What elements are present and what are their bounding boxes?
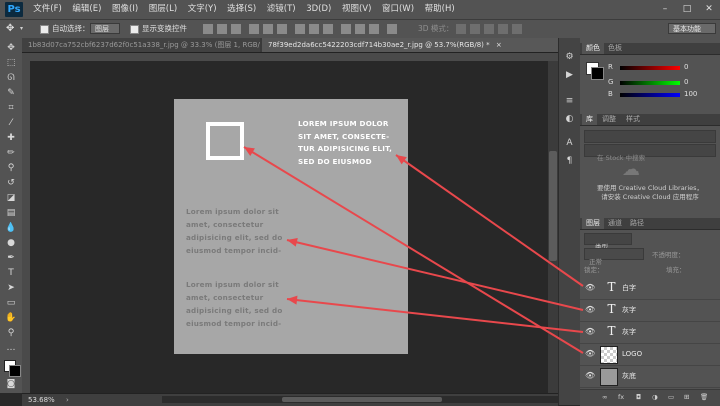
arrow-white-text-to-heading [395, 154, 584, 287]
arrow-white-text-to-heading-head [396, 155, 407, 165]
arrow-grey-text-to-paragraph-1-head [287, 237, 298, 247]
arrow-grey-text-to-paragraph-1 [286, 239, 584, 311]
annotation-arrows [243, 146, 584, 354]
